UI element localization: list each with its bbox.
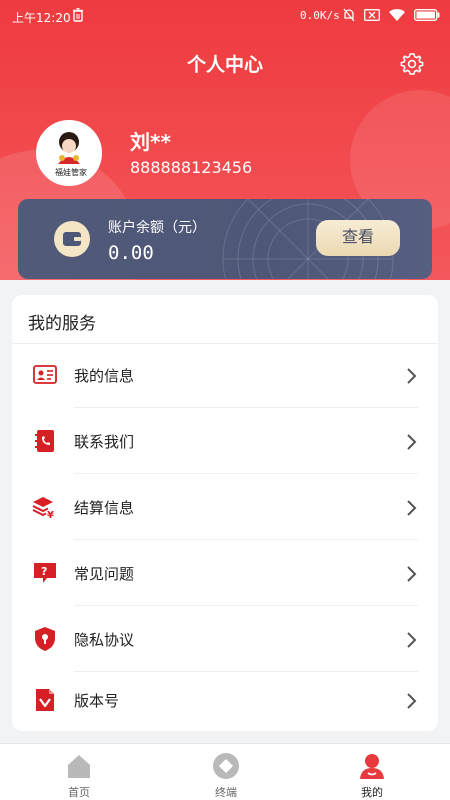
tab-label: 首页 (68, 786, 90, 799)
svg-text:?: ? (41, 565, 47, 578)
service-item-contact-us[interactable]: 联系我们 (12, 410, 438, 474)
service-item-label: 常见问题 (74, 565, 135, 583)
divider (74, 539, 418, 540)
chevron-right-icon (406, 691, 418, 711)
user-phone: 888888123456 (130, 158, 253, 177)
service-item-label: 版本号 (74, 692, 120, 710)
services-card: 我的服务 我的信息 联系我们 ¥ 结算信息 ? 常见问题 隐私协议 版本号 (12, 295, 438, 731)
tab-label: 我的 (361, 786, 383, 799)
settings-gear-icon[interactable] (400, 52, 424, 76)
view-balance-button[interactable]: 查看 (316, 220, 400, 256)
chevron-right-icon (406, 498, 418, 518)
sim-error-icon (364, 9, 380, 24)
battery-icon (414, 9, 440, 24)
question-bubble-icon: ? (32, 560, 58, 586)
service-item-label: 结算信息 (74, 499, 135, 517)
divider (74, 473, 418, 474)
page-title: 个人中心 (186, 54, 263, 76)
status-bar: 上午12:20 0.0K/s (0, 0, 450, 32)
phone-book-icon (32, 428, 58, 454)
trash-icon (72, 8, 84, 25)
service-item-faq[interactable]: ? 常见问题 (12, 542, 438, 606)
tab-terminal[interactable]: 终端 (186, 750, 266, 800)
balance-label: 账户余额（元） (108, 220, 206, 236)
wifi-icon (388, 8, 406, 25)
divider (74, 407, 418, 408)
service-item-label: 我的信息 (74, 367, 135, 385)
user-icon (358, 752, 386, 780)
home-icon (65, 752, 93, 780)
service-item-label: 隐私协议 (74, 631, 135, 649)
wallet-icon (54, 221, 90, 257)
chevron-right-icon (406, 630, 418, 650)
avatar-logo-text: 福娃管家 (55, 168, 87, 177)
chevron-right-icon (406, 366, 418, 386)
tab-home[interactable]: 首页 (39, 750, 119, 800)
service-item-label: 联系我们 (74, 433, 135, 451)
service-item-version[interactable]: 版本号 (12, 669, 438, 733)
shield-icon (32, 626, 58, 652)
services-heading: 我的服务 (28, 314, 96, 334)
balance-value: 0.00 (108, 242, 154, 264)
service-item-settlement[interactable]: ¥ 结算信息 (12, 476, 438, 540)
yuan-stack-icon: ¥ (32, 494, 58, 521)
mute-bell-icon (342, 8, 356, 25)
profile-page: 上午12:20 0.0K/s 个人中心 福娃管家 刘** 88888812345… (0, 0, 450, 800)
status-time: 上午12:20 (12, 11, 71, 25)
terminal-diamond-icon (212, 752, 240, 780)
chevron-right-icon (406, 564, 418, 584)
tab-label: 终端 (215, 786, 237, 799)
tab-mine[interactable]: 我的 (332, 750, 412, 800)
user-name: 刘** (130, 130, 171, 154)
service-item-privacy[interactable]: 隐私协议 (12, 608, 438, 672)
divider (74, 605, 418, 606)
bottom-tab-bar: 首页 终端 我的 (0, 743, 450, 800)
id-card-icon (32, 362, 58, 388)
chevron-right-icon (406, 432, 418, 452)
version-doc-icon (32, 687, 58, 713)
svg-text:¥: ¥ (47, 510, 54, 520)
service-item-my-info[interactable]: 我的信息 (12, 344, 438, 408)
network-speed: 0.0K/s (300, 9, 340, 22)
balance-card: 账户余额（元） 0.00 查看 (18, 199, 432, 279)
